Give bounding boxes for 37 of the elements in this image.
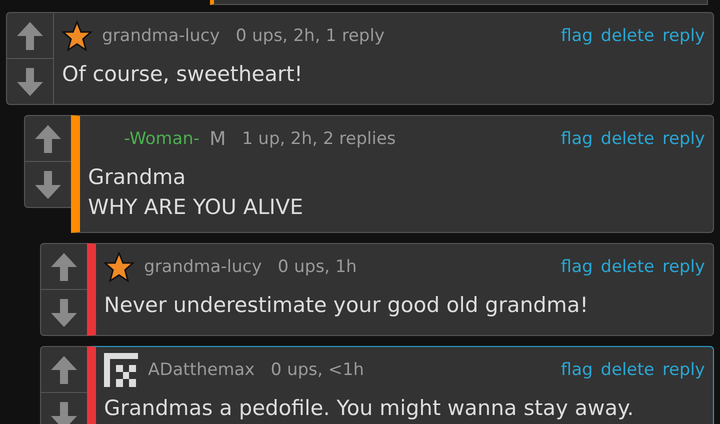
down-arrow-icon <box>51 298 77 326</box>
action-link[interactable]: reply <box>662 257 705 277</box>
up-arrow-icon <box>51 252 77 280</box>
action-link[interactable]: delete <box>600 129 654 149</box>
comment-text: Never underestimate your good old grandma! <box>104 292 590 319</box>
comment-text: WHY ARE YOU ALIVE <box>88 194 304 221</box>
user-tag: M <box>210 128 226 150</box>
username[interactable]: -Woman- <box>124 129 200 149</box>
star-icon <box>62 21 92 51</box>
comment-meta: 0 ups, 2h, 1 reply <box>236 26 384 46</box>
comment-text: Of course, sweetheart! <box>62 61 304 88</box>
comment-meta: 1 up, 2h, 2 replies <box>242 129 396 149</box>
down-arrow-icon <box>51 402 77 424</box>
up-arrow-icon <box>51 356 77 384</box>
comment-meta: 0 ups, <1h <box>270 360 364 380</box>
action-link[interactable]: reply <box>662 129 705 149</box>
action-link[interactable]: delete <box>600 360 654 380</box>
action-link[interactable]: delete <box>600 257 654 277</box>
action-link[interactable]: flag <box>560 360 593 380</box>
comment-text: Grandmas a pedofile. You might wanna stay away. <box>104 395 635 422</box>
pixel-avatar-icon <box>104 353 138 387</box>
star-icon <box>104 252 134 282</box>
down-arrow-icon <box>35 170 61 198</box>
action-link[interactable]: reply <box>662 26 705 46</box>
action-link[interactable]: reply <box>662 360 705 380</box>
up-arrow-icon <box>17 22 43 50</box>
username[interactable]: grandma-lucy <box>144 257 262 277</box>
action-link[interactable]: flag <box>560 26 593 46</box>
username[interactable]: grandma-lucy <box>102 26 220 46</box>
comment-text: Grandma <box>88 164 187 191</box>
action-link[interactable]: flag <box>560 129 593 149</box>
username[interactable]: ADatthemax <box>148 360 255 380</box>
comment-meta: 0 ups, 1h <box>278 257 357 277</box>
action-link[interactable]: delete <box>600 26 654 46</box>
down-arrow-icon <box>17 68 43 96</box>
action-link[interactable]: flag <box>560 257 593 277</box>
up-arrow-icon <box>35 124 61 152</box>
